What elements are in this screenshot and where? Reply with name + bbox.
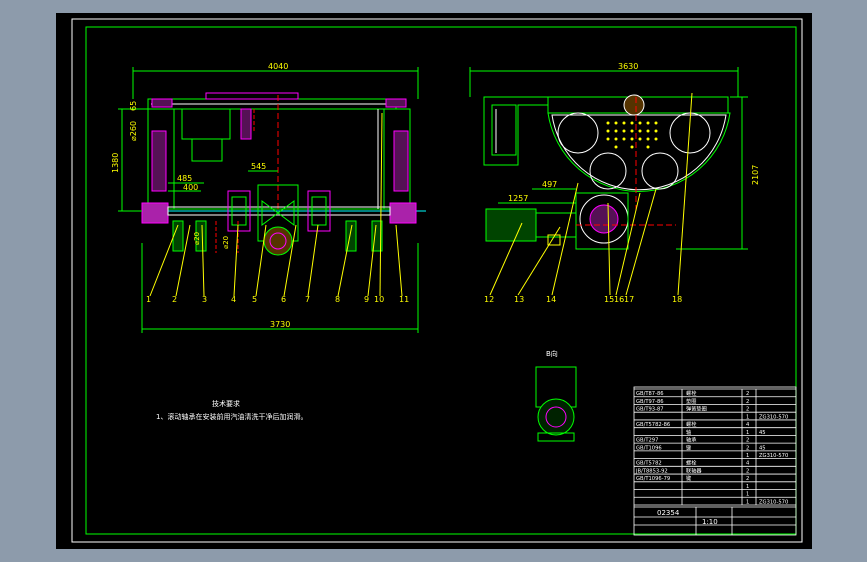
parts-row-name: 轴 [686,428,691,436]
parts-row-code: JB/T8853-92 [635,468,668,474]
balloon-15: 15 [604,295,614,304]
dim-front-d1: 485 [177,174,192,183]
parts-row-qty: 2 [746,445,749,451]
drawing-number: 02354 [657,509,680,517]
balloon-11: 11 [399,295,409,304]
dim-side-d1: 497 [542,180,557,189]
dim-front-bottom: 3730 [270,320,290,329]
parts-row-qty: 2 [746,438,749,444]
parts-row-material: 45 [759,445,766,451]
cad-canvas[interactable]: 4040 1380 ⌀260 65 485 400 545 ⌀20 ⌀20 37… [56,13,812,549]
balloon-9: 9 [364,295,369,304]
parts-row-material: ZG310-570 [759,414,788,420]
parts-row-code: GB/T5782-86 [636,422,670,428]
drum-hole-4 [641,152,679,190]
dim-front-left-top: 65 [129,101,138,111]
balloon-5: 5 [252,295,257,304]
parts-row-qty: 1 [746,492,749,498]
dim-front-d2: 400 [183,183,198,192]
balloon-1: 1 [146,295,151,304]
balloon-6: 6 [281,295,286,304]
side-view: 3630 1257 497 2107 [469,62,760,296]
tech-notes-title: 技术要求 [212,399,240,408]
parts-row-name: 螺栓 [686,389,697,397]
balloon-3: 3 [202,295,207,304]
left-bearing-housing [141,202,169,224]
dim-side-top: 3630 [618,62,638,71]
parts-row-name: 轴承 [686,436,697,444]
cad-drawing-window[interactable]: 4040 1380 ⌀260 65 485 400 545 ⌀20 ⌀20 37… [56,13,812,549]
side-drum [547,112,731,192]
dim-side-height: 2107 [751,165,760,185]
parts-row-name: 垫圈 [686,397,696,405]
parts-row-name: 键 [686,443,691,451]
parts-row-qty: 4 [746,422,750,428]
parts-row-code: GB/T1096-79 [636,476,670,482]
parts-row-qty: 2 [746,407,749,413]
parts-row-name: 螺栓 [686,420,697,428]
balloon-12: 12 [484,295,494,304]
parts-row-name: 联轴器 [686,466,702,474]
dim-front-small-dia-2: ⌀20 [222,236,230,249]
balloon-17: 17 [624,295,634,304]
parts-row-code: GB/T1096 [636,445,662,451]
tech-notes: 技术要求 1、滚动轴承在安装前用汽油清洗干净后加润滑。 [156,399,307,421]
balloon-18: 18 [672,295,682,304]
balloon-13: 13 [514,295,524,304]
machine-body [173,108,385,210]
parts-row-qty: 4 [746,461,750,467]
balloon-2: 2 [172,295,177,304]
parts-row-qty: 1 [746,430,749,436]
parts-row-material: ZG310-570 [759,499,788,505]
view-b-flange [537,398,575,436]
balloon-8: 8 [335,295,340,304]
drum-pin-grid [606,121,658,149]
right-bearing-housing [389,202,417,224]
side-balloons: 12 13 14 15 16 17 18 [484,295,682,304]
drawing-scale: 1:10 [702,518,718,526]
dim-front-small-dia-1: ⌀20 [193,232,201,245]
parts-row-code: GB/T87-86 [636,391,664,397]
balloon-7: 7 [305,295,310,304]
side-motor [485,208,537,242]
view-b: B向 [535,349,577,442]
parts-row-name: 键 [686,474,691,482]
front-view: 4040 1380 ⌀260 65 485 400 545 ⌀20 ⌀20 37… [111,62,426,333]
parts-row-qty: 2 [746,391,749,397]
dim-front-top: 4040 [268,62,288,71]
drive-motor [263,226,293,256]
dim-front-d3: 545 [251,162,266,171]
parts-row-qty: 1 [746,484,749,490]
dim-front-height: 1380 [111,153,120,173]
parts-row-code: GB/T297 [636,438,658,444]
parts-row-qty: 2 [746,476,749,482]
balloon-10: 10 [374,295,384,304]
dim-front-diameter: ⌀260 [129,121,138,141]
parts-row-qty: 1 [746,414,749,420]
parts-row-qty: 2 [746,399,749,405]
front-balloons: 1 2 3 4 5 6 7 8 9 10 11 [146,295,409,304]
tech-note-1: 1、滚动轴承在安装前用汽油清洗干净后加润滑。 [156,412,307,421]
parts-row-qty: 2 [746,468,749,474]
parts-row-name: 螺栓 [686,459,697,467]
inner-frame [85,26,797,535]
front-leaders [149,112,403,297]
view-b-label: B向 [546,349,558,358]
balloon-16: 16 [614,295,624,304]
parts-row-qty: 1 [746,499,749,505]
parts-row-name: 弹簧垫圈 [686,405,707,413]
balloon-4: 4 [231,295,236,304]
dim-side-d2: 1257 [508,194,528,203]
drum-hole-1 [557,112,599,154]
parts-row-material: 45 [759,430,766,436]
parts-row-qty: 1 [746,453,749,459]
parts-row-code: GB/T93-87 [636,407,664,413]
parts-row-material: ZG310-570 [759,453,788,459]
drum-hole-3 [589,152,627,190]
parts-row-code: GB/T97-86 [636,399,664,405]
parts-row-code: GB/T5782 [636,461,662,467]
balloon-14: 14 [546,295,556,304]
